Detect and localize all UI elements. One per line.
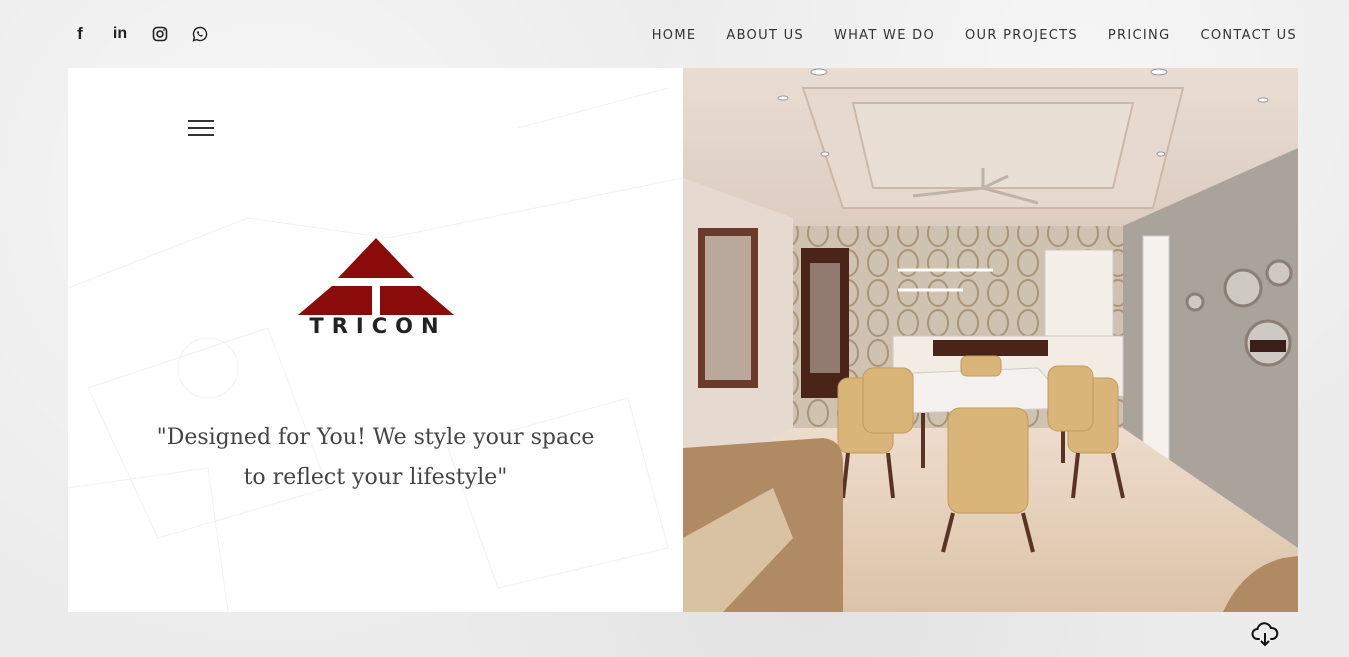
- whatsapp-link[interactable]: [180, 22, 220, 46]
- brand-name: TRICON: [309, 314, 447, 338]
- whatsapp-icon: [192, 26, 208, 42]
- nav-pricing[interactable]: PRICING: [1108, 28, 1171, 43]
- nav-what-we-do[interactable]: WHAT WE DO: [834, 28, 935, 43]
- nav-our-projects[interactable]: OUR PROJECTS: [965, 28, 1078, 43]
- instagram-link[interactable]: [140, 22, 180, 46]
- facebook-icon: f: [77, 24, 83, 43]
- hamburger-menu-icon[interactable]: [188, 120, 214, 138]
- tagline-line-2: to reflect your lifestyle": [243, 465, 508, 490]
- facebook-link[interactable]: f: [60, 22, 100, 46]
- hero-left-panel: TRICON "Designed for You! We style your …: [68, 68, 683, 612]
- hero-interior-image: [683, 68, 1298, 612]
- tagline-line-1: "Designed for You! We style your space: [156, 425, 595, 450]
- main-navigation: HOME ABOUT US WHAT WE DO OUR PROJECTS PR…: [652, 28, 1297, 43]
- nav-about-us[interactable]: ABOUT US: [726, 28, 804, 43]
- hero-section: TRICON "Designed for You! We style your …: [68, 68, 1298, 612]
- linkedin-icon: in: [112, 25, 128, 42]
- hero-tagline: "Designed for You! We style your space t…: [68, 418, 683, 498]
- linkedin-link[interactable]: in: [100, 22, 140, 46]
- nav-home[interactable]: HOME: [652, 28, 697, 43]
- instagram-icon: [152, 26, 168, 42]
- social-links: f in: [60, 22, 220, 46]
- dining-room-illustration: [683, 68, 1298, 612]
- cloud-download-icon[interactable]: [1251, 620, 1279, 648]
- nav-contact-us[interactable]: CONTACT US: [1200, 28, 1297, 43]
